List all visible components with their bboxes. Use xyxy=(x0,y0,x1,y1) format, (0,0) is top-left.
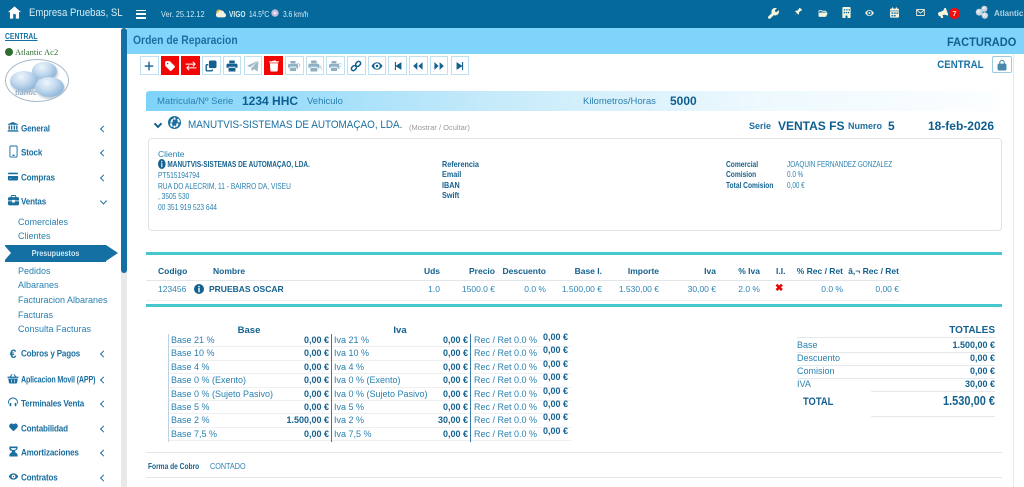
svg-text:A: A xyxy=(318,65,322,71)
